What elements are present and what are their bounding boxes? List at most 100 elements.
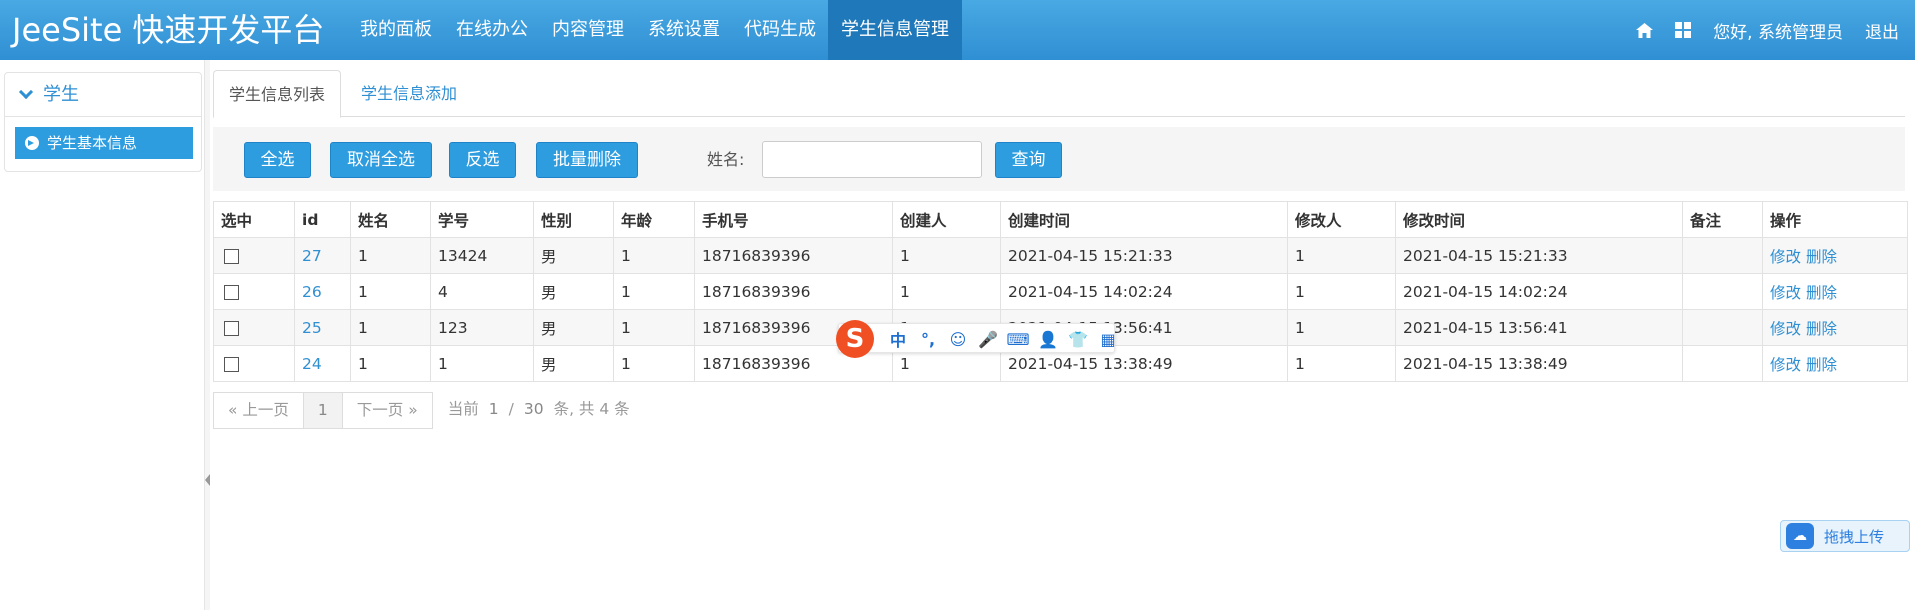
sidebar-section-title[interactable]: 学生 xyxy=(5,73,201,117)
select-all-button[interactable]: 全选 xyxy=(244,142,311,178)
column-header: 修改时间 xyxy=(1395,201,1683,238)
toolbox-grid-icon[interactable]: ▦ xyxy=(1093,330,1123,349)
cell-gender: 男 xyxy=(533,273,614,310)
next-page-button[interactable]: 下一页 » xyxy=(341,392,433,429)
cell-modifier: 1 xyxy=(1287,237,1396,274)
row-id-link[interactable]: 27 xyxy=(302,247,322,265)
apps-grid-icon[interactable] xyxy=(1675,22,1692,38)
nav-item-codegen[interactable]: 代码生成 xyxy=(732,0,828,60)
edit-link[interactable]: 修改 xyxy=(1770,284,1801,302)
row-id-link[interactable]: 24 xyxy=(302,355,322,373)
cell-student-no: 123 xyxy=(430,309,534,346)
tab-student-list[interactable]: 学生信息列表 xyxy=(213,70,342,118)
nav-item-content[interactable]: 内容管理 xyxy=(540,0,636,60)
skin-shirt-icon[interactable]: 👕 xyxy=(1063,330,1093,349)
cell-created-time: 2021-04-15 15:21:33 xyxy=(1000,237,1288,274)
cell-remark xyxy=(1682,273,1763,310)
edit-link[interactable]: 修改 xyxy=(1770,356,1801,374)
delete-link[interactable]: 删除 xyxy=(1806,284,1837,302)
nav-item-student-management[interactable]: 学生信息管理 xyxy=(828,0,962,60)
cell-name: 1 xyxy=(350,309,431,346)
cell-modified-time: 2021-04-15 13:56:41 xyxy=(1395,309,1683,346)
prev-page-button[interactable]: « 上一页 xyxy=(213,392,304,429)
nav-item-office[interactable]: 在线办公 xyxy=(444,0,540,60)
page-number-current[interactable]: 1 xyxy=(302,392,343,429)
cell-gender: 男 xyxy=(533,237,614,274)
deselect-all-button[interactable]: 取消全选 xyxy=(330,142,432,178)
circle-arrow-right-icon xyxy=(25,136,39,150)
row-id-link[interactable]: 26 xyxy=(302,283,322,301)
row-checkbox[interactable] xyxy=(224,248,239,264)
column-header: 修改人 xyxy=(1287,201,1396,238)
user-greeting[interactable]: 您好, 系统管理员 xyxy=(1713,18,1843,43)
keyboard-icon[interactable]: ⌨ xyxy=(1003,330,1033,349)
page-size-input[interactable]: 30 xyxy=(524,392,544,429)
tab-student-add[interactable]: 学生信息添加 xyxy=(346,70,472,117)
nav-item-settings[interactable]: 系统设置 xyxy=(636,0,732,60)
cell-modified-time: 2021-04-15 14:02:24 xyxy=(1395,273,1683,310)
cell-student-no: 13424 xyxy=(430,237,534,274)
column-header: 姓名 xyxy=(350,201,431,238)
cloud-icon: ☁ xyxy=(1786,523,1814,549)
cell-student-no: 1 xyxy=(430,345,534,382)
cell-age: 1 xyxy=(613,345,695,382)
query-button[interactable]: 查询 xyxy=(995,142,1062,178)
cell-gender: 男 xyxy=(533,309,614,346)
total-count-text: 条, 共 4 条 xyxy=(553,400,630,418)
chevron-down-icon xyxy=(18,84,34,99)
cell-phone: 18716839396 xyxy=(694,273,893,310)
cell-modified-time: 2021-04-15 13:38:49 xyxy=(1395,345,1683,382)
nav-item-dashboard[interactable]: 我的面板 xyxy=(348,0,444,60)
cell-modifier: 1 xyxy=(1287,345,1396,382)
row-checkbox[interactable] xyxy=(224,356,239,372)
content-tabs: 学生信息列表 学生信息添加 xyxy=(213,70,1905,118)
cell-name: 1 xyxy=(350,273,431,310)
user-icon[interactable]: 👤 xyxy=(1033,330,1063,349)
home-icon[interactable] xyxy=(1636,22,1654,38)
ime-toolbar[interactable]: S 中 °, ☺ 🎤 ⌨ 👤 👕 ▦ xyxy=(836,320,1116,358)
ime-toolbar-items: 中 °, ☺ 🎤 ⌨ 👤 👕 ▦ xyxy=(883,324,1123,354)
batch-delete-button[interactable]: 批量删除 xyxy=(536,142,638,178)
drag-upload-label: 拖拽上传 xyxy=(1824,527,1885,546)
drag-upload-widget[interactable]: ☁ 拖拽上传 xyxy=(1780,520,1910,552)
cell-gender: 男 xyxy=(533,345,614,382)
microphone-icon[interactable]: 🎤 xyxy=(973,330,1003,349)
chinese-mode-icon[interactable]: 中 xyxy=(883,327,913,351)
row-checkbox[interactable] xyxy=(224,320,239,336)
cell-modifier: 1 xyxy=(1287,309,1396,346)
sidebar-item-label: 学生基本信息 xyxy=(47,134,138,152)
sogou-logo-icon[interactable]: S xyxy=(836,320,874,358)
cell-phone: 18716839396 xyxy=(694,237,893,274)
column-header: id xyxy=(294,201,351,238)
column-header: 备注 xyxy=(1682,201,1763,238)
edit-link[interactable]: 修改 xyxy=(1770,320,1801,338)
pagination: « 上一页 1 下一页 » 当前 1 / 30 条, 共 4 条 xyxy=(213,392,640,429)
row-id-link[interactable]: 25 xyxy=(302,319,322,337)
column-header: 操作 xyxy=(1762,201,1908,238)
column-header: 选中 xyxy=(213,201,295,238)
sidebar: 学生 学生基本信息 xyxy=(0,60,204,610)
search-toolbar: 全选 取消全选 反选 批量删除 姓名: 查询 xyxy=(213,127,1905,191)
table-header-row: 选中 id 姓名 学号 性别 年龄 手机号 创建人 创建时间 修改人 修改时间 … xyxy=(213,201,1908,238)
brand-title[interactable]: JeeSite 快速开发平台 xyxy=(12,6,324,54)
invert-selection-button[interactable]: 反选 xyxy=(449,142,516,178)
logout-link[interactable]: 退出 xyxy=(1865,18,1899,43)
column-header: 手机号 xyxy=(694,201,893,238)
page-number-input[interactable]: 1 xyxy=(489,392,499,429)
cell-remark xyxy=(1682,237,1763,274)
delete-link[interactable]: 删除 xyxy=(1806,320,1837,338)
sidebar-item-student-info[interactable]: 学生基本信息 xyxy=(15,127,193,159)
name-search-input[interactable] xyxy=(762,141,982,178)
collapse-sidebar-icon[interactable] xyxy=(205,474,210,486)
cell-name: 1 xyxy=(350,237,431,274)
edit-link[interactable]: 修改 xyxy=(1770,248,1801,266)
column-header: 年龄 xyxy=(613,201,695,238)
delete-link[interactable]: 删除 xyxy=(1806,248,1837,266)
emoji-icon[interactable]: ☺ xyxy=(943,330,973,349)
cell-age: 1 xyxy=(613,309,695,346)
delete-link[interactable]: 删除 xyxy=(1806,356,1837,374)
sidebar-splitter[interactable] xyxy=(204,60,210,610)
punctuation-icon[interactable]: °, xyxy=(913,330,943,349)
row-checkbox[interactable] xyxy=(224,284,239,300)
cell-modifier: 1 xyxy=(1287,273,1396,310)
